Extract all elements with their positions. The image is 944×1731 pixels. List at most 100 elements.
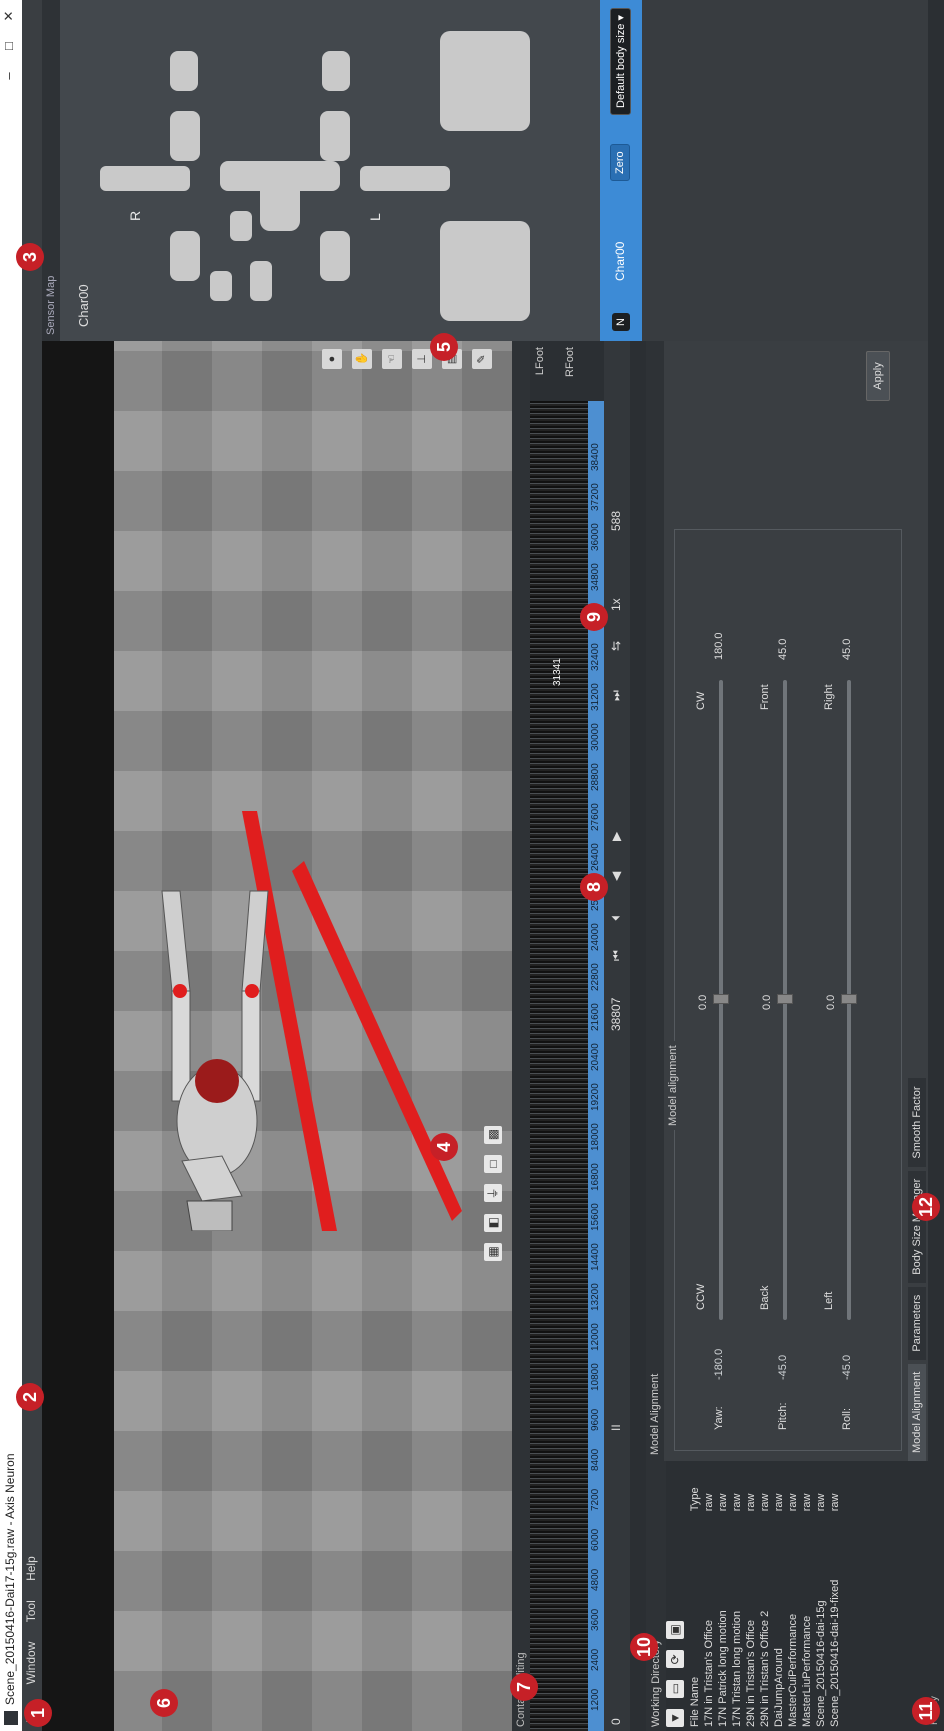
slider-right-caption: Front (759, 684, 771, 710)
ruler-tick-label: 31200 (590, 683, 601, 711)
hand-alt-icon[interactable]: ☜ (382, 349, 402, 369)
first-frame-icon[interactable]: ⏮ (609, 950, 624, 961)
file-type-cell: raw (703, 1493, 715, 1512)
pin-icon[interactable]: ⊥ (412, 349, 432, 369)
ruler-tick-label: 30000 (590, 723, 601, 751)
character-figure[interactable] (132, 811, 462, 1231)
callout-9: 9 (580, 603, 608, 631)
viewport-side-tools: ● ✋ ☜ ⊥ ▤ ✎ (322, 343, 502, 369)
table-row[interactable]: MasterLiuPerformance raw (800, 1471, 814, 1731)
ruler-tick-label: 6000 (590, 1528, 601, 1551)
filter-icon[interactable]: ▼ (666, 1709, 684, 1727)
menu-help[interactable]: Help (22, 1548, 40, 1589)
ruler-tick-label: 24000 (590, 923, 601, 951)
slider-max: 45.0 (841, 638, 853, 660)
camera-icon[interactable]: ◧ (484, 1213, 502, 1232)
grid-icon[interactable]: ▦ (484, 1243, 502, 1261)
prev-frame-icon[interactable]: ⏴ (609, 915, 624, 921)
table-row[interactable]: 17N in Tristan's Office raw (702, 1471, 716, 1731)
frame-icon[interactable]: □ (484, 1154, 502, 1173)
play-back-icon[interactable]: ◀ (609, 872, 623, 881)
column-file-name[interactable]: File Name (688, 1515, 702, 1731)
table-row[interactable]: Scene_20150416-dai-15g raw (814, 1471, 828, 1731)
fps-field[interactable]: 588 (609, 511, 623, 531)
ruler-tick-label: 3600 (590, 1608, 601, 1631)
model-alignment-legend: Model alignment (667, 1041, 679, 1130)
slider-handle[interactable] (713, 994, 729, 1004)
callout-7: 7 (510, 1673, 538, 1701)
slider-label: Yaw: (713, 1406, 725, 1430)
tab-parameters[interactable]: Parameters (908, 1286, 926, 1360)
loop-icon[interactable]: ⇆ (609, 641, 623, 651)
table-row[interactable]: 17N Tristan long motion raw (730, 1471, 744, 1731)
callout-10: 10 (630, 1633, 658, 1661)
timeline-ruler[interactable]: 1200 2400 3600 4800 6000 7200 8400 9600 10800 120… (588, 401, 604, 1731)
contact-editing-panel: Contact Editing LFoot RFoot 31341 1200 24… (512, 341, 646, 1731)
lane-rfoot: RFoot (564, 347, 576, 377)
checker-icon[interactable]: ▩ (484, 1125, 502, 1144)
last-frame-icon[interactable]: ⏭ (609, 690, 624, 701)
contact-lanes[interactable] (530, 401, 588, 1731)
axis-neuron-window: Scene_20150416-Dai17-15g.raw - Axis Neur… (0, 0, 944, 1731)
table-row[interactable]: Scene_20150416-dai-19-fixed raw (828, 1471, 842, 1731)
refresh-icon[interactable]: ⟳ (666, 1650, 684, 1669)
slider-left-caption: Left (823, 1291, 835, 1310)
tab-model-alignment[interactable]: Model Alignment (908, 1363, 926, 1461)
ruler-tick-label: 2400 (590, 1648, 601, 1671)
table-row[interactable]: DaiJumpAround raw (772, 1471, 786, 1731)
file-name-cell: 17N in Tristan's Office (703, 1619, 715, 1727)
slider-handle[interactable] (841, 994, 857, 1004)
3d-viewport[interactable]: ▦ ◧ ⏚ □ ▩ ● ✋ ☜ ⊥ ▤ ✎ (42, 341, 512, 1731)
menu-tool[interactable]: Tool (22, 1592, 40, 1630)
maximize-button[interactable]: □ (1, 31, 21, 61)
callout-3: 3 (16, 243, 44, 271)
table-row[interactable]: 29N in Tristan's Office 2 raw (758, 1471, 772, 1731)
model-alignment-tabs: Model Alignment Parameters Body Size Man… (908, 1077, 928, 1461)
file-name-cell: MasterLiuPerformance (801, 1615, 813, 1727)
file-name-cell: DaiJumpAround (773, 1648, 785, 1727)
total-frames[interactable]: 38807 (609, 998, 623, 1031)
apply-button[interactable]: Apply (866, 351, 890, 401)
speed-select[interactable]: 1x (609, 598, 623, 611)
window-title: Scene_20150416-Dai17-15g.raw - Axis Neur… (3, 1453, 17, 1706)
file-name-cell: 17N Patrick long motion (717, 1610, 729, 1727)
tab-body-size-manager[interactable]: Body Size Manager (908, 1170, 926, 1283)
hand-icon[interactable]: ✋ (352, 349, 372, 369)
transport-bar: 0 II 38807 ⏮ ⏴ ◀ ▶ ⏭ ⇆ 1x 588 (604, 341, 630, 1731)
skeleton-icon[interactable]: ⏚ (484, 1184, 502, 1203)
table-row[interactable]: 17N Patrick long motion raw (716, 1471, 730, 1731)
ruler-tick-label: 15600 (590, 1203, 601, 1231)
minimize-button[interactable]: – (1, 61, 21, 91)
table-row[interactable]: 29N in Tristan's Office raw (744, 1471, 758, 1731)
column-type[interactable]: Type (688, 1471, 702, 1515)
play-icon[interactable]: ▶ (609, 832, 623, 841)
body-size-value: Default body size (615, 23, 627, 108)
file-type-cell: raw (717, 1493, 729, 1512)
brush-icon[interactable]: ✎ (472, 349, 492, 369)
file-type-cell: raw (759, 1493, 771, 1512)
record-icon[interactable]: ● (322, 349, 342, 369)
ruler-tick-label: 12000 (590, 1323, 601, 1351)
tab-smooth-factor[interactable]: Smooth Factor (908, 1078, 926, 1167)
save-icon[interactable]: ▣ (666, 1620, 684, 1639)
viewport-sky (42, 341, 114, 1731)
lane-lfoot: LFoot (534, 347, 546, 376)
frame-marker: 31341 (552, 658, 563, 686)
folder-icon[interactable]: ▭ (666, 1679, 684, 1698)
file-name-cell: Scene_20150416-dai-15g (815, 1600, 827, 1727)
menu-window[interactable]: Window (22, 1634, 40, 1693)
table-row[interactable]: MasterCuiPerformance raw (786, 1471, 800, 1731)
slider-label: Pitch: (777, 1402, 789, 1430)
body-size-select[interactable]: Default body size ▾ (610, 8, 631, 115)
zero-button[interactable]: Zero (610, 144, 630, 181)
model-alignment-title: Model Alignment (646, 341, 664, 1461)
slider-max: 45.0 (777, 638, 789, 660)
ruler-tick-label: 9600 (590, 1408, 601, 1431)
pause-icon[interactable]: II (609, 1424, 623, 1431)
slider-handle[interactable] (777, 994, 793, 1004)
current-frame[interactable]: 0 (609, 1718, 623, 1725)
alignment-slider-row: Roll: Left Right 0.0 45.0 -45.0 (823, 550, 863, 1430)
slider-value: 0.0 (825, 994, 837, 1010)
close-button[interactable]: ✕ (1, 1, 21, 31)
callout-1: 1 (24, 1699, 52, 1727)
